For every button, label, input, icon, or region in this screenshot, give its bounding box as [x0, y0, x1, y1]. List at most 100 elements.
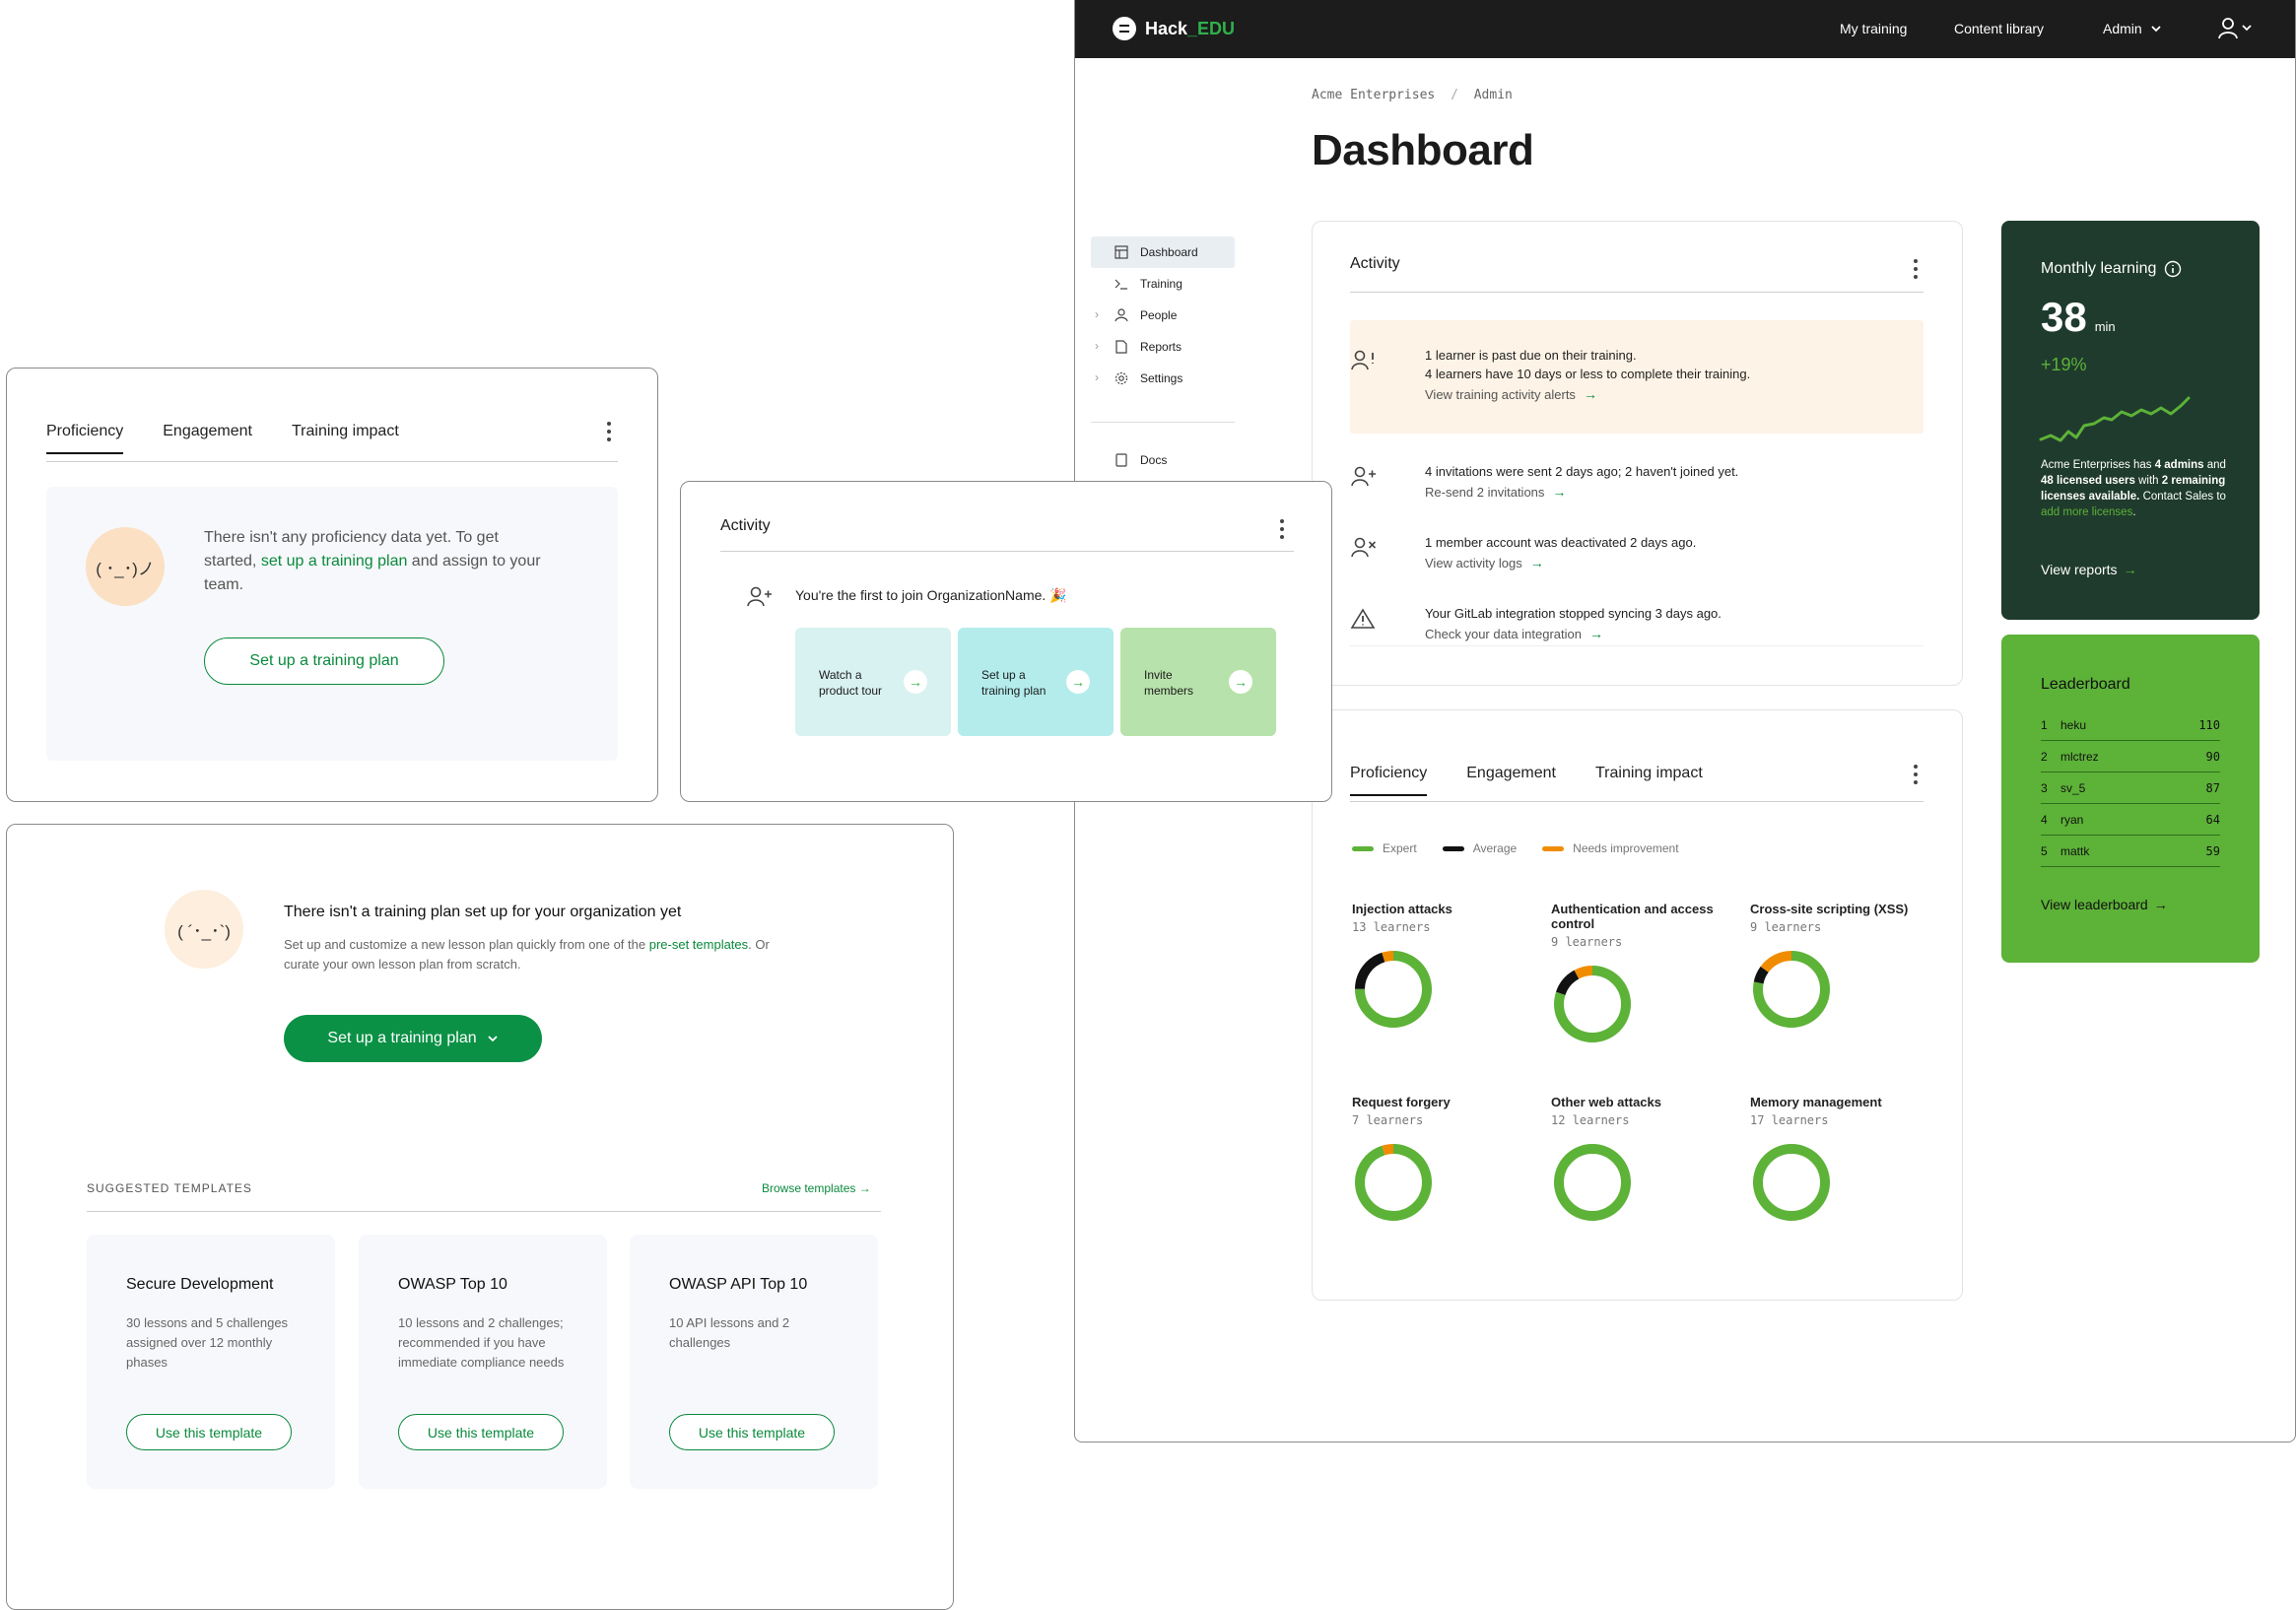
watch-tour-action[interactable]: Watch a product tour → — [795, 628, 951, 736]
trend-sparkline — [2039, 396, 2191, 442]
divider — [1350, 801, 1924, 802]
template-card: OWASP Top 10 10 lessons and 2 challenges… — [359, 1235, 607, 1489]
score: 64 — [2205, 812, 2220, 827]
legend-swatch — [1442, 845, 1464, 851]
sidebar-item-people[interactable]: › People — [1091, 300, 1235, 331]
setup-plan-action[interactable]: Set up a training plan → — [958, 628, 1114, 736]
donut-title: Injection attacks — [1352, 902, 1452, 916]
more-options-icon[interactable] — [607, 422, 611, 445]
donut-ring — [1554, 966, 1631, 1042]
rank: 4 — [2041, 812, 2048, 827]
title-text: Monthly learning — [2041, 260, 2157, 277]
nav-admin[interactable]: Admin — [2103, 21, 2162, 36]
face-text: ( ´･_･`) — [177, 921, 231, 941]
user-menu-button[interactable] — [2218, 17, 2254, 40]
template-title: Secure Development — [126, 1276, 274, 1293]
donut-chart: Authentication and access control 9 learn… — [1551, 902, 1738, 1045]
preset-templates-link[interactable]: pre-set templates — [649, 937, 748, 952]
tab-engagement[interactable]: Engagement — [163, 423, 252, 454]
donut-learners: 9 learners — [1551, 935, 1623, 949]
sidebar-item-label: Settings — [1140, 371, 1183, 385]
leaderboard-row: 2 mlctrez 90 — [2041, 741, 2220, 772]
check-integration-link[interactable]: Check your data integration → — [1425, 623, 1922, 645]
resend-invitations-link[interactable]: Re-send 2 invitations → — [1425, 481, 1922, 503]
minutes-unit: min — [2094, 319, 2116, 334]
use-template-button[interactable]: Use this template — [126, 1414, 292, 1450]
tab-training-impact[interactable]: Training impact — [1595, 765, 1703, 796]
app-logo[interactable]: Hack _EDU — [1113, 17, 1235, 40]
breadcrumb-org[interactable]: Acme Enterprises — [1312, 88, 1435, 102]
rank: 2 — [2041, 749, 2048, 764]
nav-content-library[interactable]: Content library — [1954, 21, 2044, 36]
activity-text: 1 member account was deactivated 2 days … — [1425, 535, 1697, 550]
sidebar-item-label: People — [1140, 308, 1178, 322]
setup-plan-link[interactable]: set up a training plan — [261, 553, 408, 570]
sidebar-divider — [1091, 422, 1235, 423]
user-alert-icon — [1351, 350, 1374, 370]
tab-training-impact[interactable]: Training impact — [292, 423, 399, 454]
donut-chart: Cross-site scripting (XSS) 9 learners — [1750, 902, 1937, 1031]
monthly-learning-title: Monthly learning — [2041, 260, 2182, 278]
sidebar-item-settings[interactable]: › Settings — [1091, 363, 1235, 394]
more-options-icon[interactable] — [1914, 259, 1918, 283]
add-licenses-link[interactable]: add more licenses — [2041, 506, 2132, 518]
sidebar-item-training[interactable]: Training — [1091, 268, 1235, 300]
donut-chart: Memory management 17 learners — [1750, 1095, 1937, 1224]
leaderboard-row: 4 ryan 64 — [2041, 804, 2220, 836]
view-leaderboard-link[interactable]: View leaderboard → — [2041, 897, 2168, 912]
activity-text: 4 invitations were sent 2 days ago; 2 ha… — [1425, 464, 1739, 479]
activity-title: Activity — [1350, 255, 1400, 272]
donut-ring — [1753, 1144, 1830, 1221]
arrow-right-icon: → — [1552, 484, 1567, 500]
logo-text-edu: _EDU — [1187, 18, 1236, 38]
nav-my-training[interactable]: My training — [1840, 21, 1907, 36]
activity-panel: Activity 1 learner is past due on their … — [1312, 221, 1963, 686]
empty-message: There isn't any proficiency data yet. To… — [204, 526, 549, 597]
donut-learners: 9 learners — [1750, 920, 1822, 934]
chevron-right-icon[interactable]: › — [1095, 339, 1099, 353]
activity-empty-card: Activity You're the first to join Organi… — [680, 481, 1332, 802]
breadcrumb-page[interactable]: Admin — [1474, 88, 1513, 102]
use-template-button[interactable]: Use this template — [669, 1414, 835, 1450]
dashboard-icon — [1114, 245, 1128, 259]
donut-chart: Request forgery 7 learners — [1352, 1095, 1539, 1224]
sidebar: Dashboard Training › People › Reports › … — [1091, 236, 1235, 476]
sidebar-item-dashboard[interactable]: Dashboard — [1091, 236, 1235, 268]
divider — [1350, 645, 1924, 646]
more-options-icon[interactable] — [1914, 765, 1918, 788]
sidebar-item-reports[interactable]: › Reports — [1091, 331, 1235, 363]
legend-needs-improvement: Needs improvement — [1542, 841, 1679, 855]
view-activity-logs-link[interactable]: View activity logs → — [1425, 552, 1922, 574]
chevron-right-icon[interactable]: › — [1095, 307, 1099, 321]
chevron-right-icon[interactable]: › — [1095, 370, 1099, 384]
info-icon[interactable] — [2164, 260, 2182, 278]
tab-engagement[interactable]: Engagement — [1466, 765, 1556, 796]
add-user-icon — [1351, 466, 1376, 487]
breadcrumb-separator: / — [1451, 88, 1458, 102]
use-template-button[interactable]: Use this template — [398, 1414, 564, 1450]
proficiency-tabs: Proficiency Engagement Training impact — [1350, 765, 1742, 796]
activity-item: 1 member account was deactivated 2 days … — [1350, 533, 1922, 574]
warning-icon — [1350, 608, 1376, 629]
donut-segment-expert — [1753, 1144, 1830, 1221]
view-reports-link[interactable]: View reports → — [2041, 562, 2137, 577]
suggested-templates-heading: SUGGESTED TEMPLATES — [87, 1181, 252, 1195]
invite-members-action[interactable]: Invite members → — [1120, 628, 1276, 736]
tab-proficiency[interactable]: Proficiency — [1350, 765, 1428, 796]
donut-chart: Other web attacks 12 learners — [1551, 1095, 1738, 1224]
score: 87 — [2205, 780, 2220, 795]
browse-templates-link[interactable]: Browse templates → — [762, 1181, 871, 1195]
username: sv_5 — [2060, 780, 2086, 795]
legend-average: Average — [1442, 841, 1517, 855]
more-options-icon[interactable] — [1280, 519, 1284, 543]
setup-plan-button[interactable]: Set up a training plan — [204, 637, 444, 685]
monthly-learning-value: 38 min — [2041, 294, 2116, 341]
tab-proficiency[interactable]: Proficiency — [46, 423, 124, 454]
setup-plan-dropdown-button[interactable]: Set up a training plan — [284, 1015, 542, 1062]
person-icon — [1114, 308, 1128, 322]
sidebar-item-docs[interactable]: Docs — [1091, 444, 1235, 476]
arrow-right-icon: → — [1583, 386, 1597, 402]
leaderboard-row: 1 heku 110 — [2041, 709, 2220, 741]
view-alerts-link[interactable]: View training activity alerts → — [1425, 383, 1922, 406]
link-label: View training activity alerts — [1425, 387, 1576, 402]
